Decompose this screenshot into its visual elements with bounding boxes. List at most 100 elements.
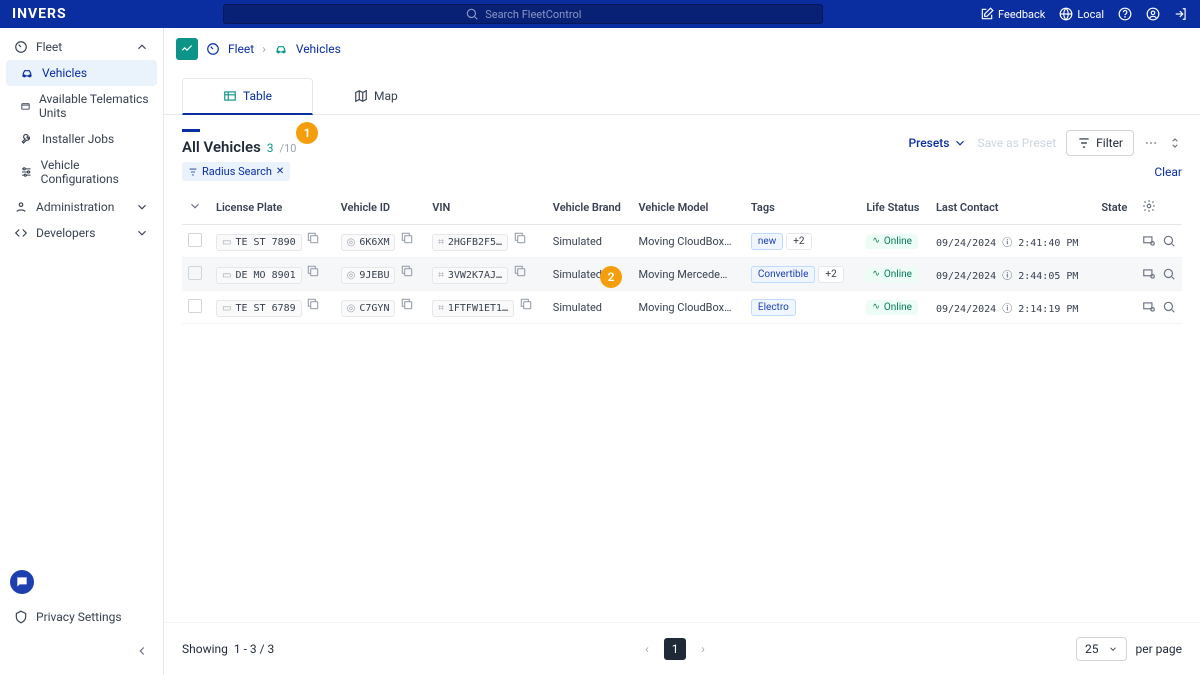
col-model[interactable]: Vehicle Model: [633, 191, 745, 225]
nav-vconfig[interactable]: Vehicle Configurations: [6, 152, 157, 192]
nav-admin[interactable]: Administration: [6, 194, 157, 220]
topbar: INVERS Search FleetControl Feedback Loca…: [0, 0, 1200, 28]
collapse-sidebar[interactable]: [131, 640, 153, 665]
row-actions: [1142, 234, 1176, 248]
row-actions: [1142, 300, 1176, 314]
col-tags[interactable]: Tags: [745, 191, 860, 225]
nav-vehicles-label: Vehicles: [42, 66, 87, 80]
tab-table[interactable]: Table: [182, 78, 313, 115]
tab-map[interactable]: Map: [313, 78, 439, 114]
col-vid[interactable]: Vehicle ID: [335, 191, 427, 225]
breadcrumb-row: Fleet › Vehicles: [164, 28, 1200, 70]
filter-label: Filter: [1096, 136, 1123, 150]
row-checkbox[interactable]: [188, 299, 202, 313]
copy-icon[interactable]: [306, 264, 320, 278]
expand-icon[interactable]: [1168, 136, 1182, 150]
nav-atu[interactable]: Available Telematics Units: [6, 86, 157, 126]
crumb-vehicles[interactable]: Vehicles: [296, 42, 341, 56]
chat-button[interactable]: [10, 570, 34, 594]
model-cell: Moving Mercede…: [633, 258, 745, 291]
nav-dev-label: Developers: [36, 226, 95, 240]
copy-icon[interactable]: [400, 297, 414, 311]
col-plate[interactable]: License Plate: [210, 191, 335, 225]
row-checkbox[interactable]: [188, 266, 202, 280]
copy-icon[interactable]: [306, 231, 320, 245]
nav-dev[interactable]: Developers: [6, 220, 157, 246]
home-icon[interactable]: [206, 42, 220, 56]
filter-chip-radius[interactable]: Radius Search ✕: [182, 162, 290, 181]
nav-vehicles[interactable]: Vehicles: [6, 60, 157, 86]
tag[interactable]: Electro: [751, 299, 796, 316]
privacy-link[interactable]: Privacy Settings: [10, 604, 153, 630]
zoom-icon[interactable]: [1162, 300, 1176, 314]
status-badge: ∿ Online: [866, 234, 918, 249]
filter-button[interactable]: Filter: [1066, 130, 1134, 156]
copy-icon[interactable]: [400, 231, 414, 245]
gauge-icon: [14, 40, 28, 54]
table-row[interactable]: ▭ TE ST 7890 ◎ 6K6XM ⌗ 2HGFB2F5… Simulat…: [182, 225, 1182, 258]
search-icon: [465, 7, 479, 21]
col-state[interactable]: State: [1095, 191, 1136, 225]
page-1[interactable]: 1: [664, 638, 686, 660]
logout-icon[interactable]: [1174, 7, 1188, 21]
tag[interactable]: new: [751, 233, 783, 250]
brand-logo: INVERS: [12, 6, 67, 22]
brand-cell: Simulated: [547, 225, 633, 258]
locale-link[interactable]: Local: [1059, 7, 1104, 21]
per-page-select[interactable]: 25: [1076, 637, 1128, 661]
vid-cell[interactable]: ◎ 9JEBU: [341, 267, 396, 284]
nav-fleet[interactable]: Fleet: [6, 34, 157, 60]
plate-cell[interactable]: ▭ TE ST 7890: [216, 234, 302, 251]
table-row[interactable]: ▭ TE ST 6789 ◎ C7GYN ⌗ 1FTFW1ET1… Simula…: [182, 291, 1182, 324]
gear-icon[interactable]: [1142, 199, 1156, 213]
tag[interactable]: Convertible: [751, 266, 816, 283]
presets-dropdown[interactable]: Presets: [908, 136, 967, 150]
copy-icon[interactable]: [513, 231, 527, 245]
row-checkbox[interactable]: [188, 233, 202, 247]
copy-icon[interactable]: [519, 297, 533, 311]
col-vin[interactable]: VIN: [426, 191, 547, 225]
col-life[interactable]: Life Status: [860, 191, 930, 225]
copy-icon[interactable]: [513, 264, 527, 278]
inspect-icon[interactable]: [1142, 267, 1156, 281]
tag[interactable]: +2: [786, 233, 811, 250]
table-row[interactable]: ▭ DE MO 8901 ◎ 9JEBU ⌗ 3VW2K7AJ… Simulat…: [182, 258, 1182, 291]
plate-cell[interactable]: ▭ TE ST 6789: [216, 300, 302, 317]
app-icon[interactable]: [176, 38, 198, 60]
zoom-icon[interactable]: [1162, 267, 1176, 281]
next-page[interactable]: ›: [692, 638, 714, 660]
title-total: /10: [280, 142, 297, 155]
chevron-down-icon[interactable]: [188, 199, 202, 213]
vin-cell[interactable]: ⌗ 1FTFW1ET1…: [432, 300, 514, 317]
more-menu[interactable]: [1144, 136, 1158, 150]
tag[interactable]: +2: [818, 266, 843, 283]
status-badge: ∿ Online: [866, 267, 918, 282]
user-icon[interactable]: [1146, 7, 1160, 21]
chevron-down-icon: [953, 136, 967, 150]
chip-remove[interactable]: ✕: [276, 166, 284, 177]
clear-filters[interactable]: Clear: [1154, 165, 1182, 179]
vid-cell[interactable]: ◎ 6K6XM: [341, 234, 396, 251]
prev-page[interactable]: ‹: [636, 638, 658, 660]
tags-cell: new+2: [745, 225, 860, 258]
main: Fleet › Vehicles Table Map All Veh: [164, 28, 1200, 675]
inspect-icon[interactable]: [1142, 300, 1156, 314]
inspect-icon[interactable]: [1142, 234, 1156, 248]
col-brand[interactable]: Vehicle Brand: [547, 191, 633, 225]
vin-cell[interactable]: ⌗ 3VW2K7AJ…: [432, 267, 508, 284]
per-page-value: 25: [1085, 642, 1099, 656]
copy-icon[interactable]: [306, 297, 320, 311]
search-input[interactable]: Search FleetControl: [223, 4, 823, 24]
help-icon[interactable]: [1118, 7, 1132, 21]
nav-installer[interactable]: Installer Jobs: [6, 126, 157, 152]
plate-cell[interactable]: ▭ DE MO 8901: [216, 267, 302, 284]
col-last[interactable]: Last Contact: [930, 191, 1095, 225]
crumb-fleet[interactable]: Fleet: [228, 42, 254, 56]
search-wrap: Search FleetControl: [67, 4, 980, 24]
copy-icon[interactable]: [400, 264, 414, 278]
feedback-link[interactable]: Feedback: [980, 7, 1045, 21]
title-accent: [182, 129, 200, 132]
vin-cell[interactable]: ⌗ 2HGFB2F5…: [432, 234, 508, 251]
vid-cell[interactable]: ◎ C7GYN: [341, 300, 396, 317]
zoom-icon[interactable]: [1162, 234, 1176, 248]
